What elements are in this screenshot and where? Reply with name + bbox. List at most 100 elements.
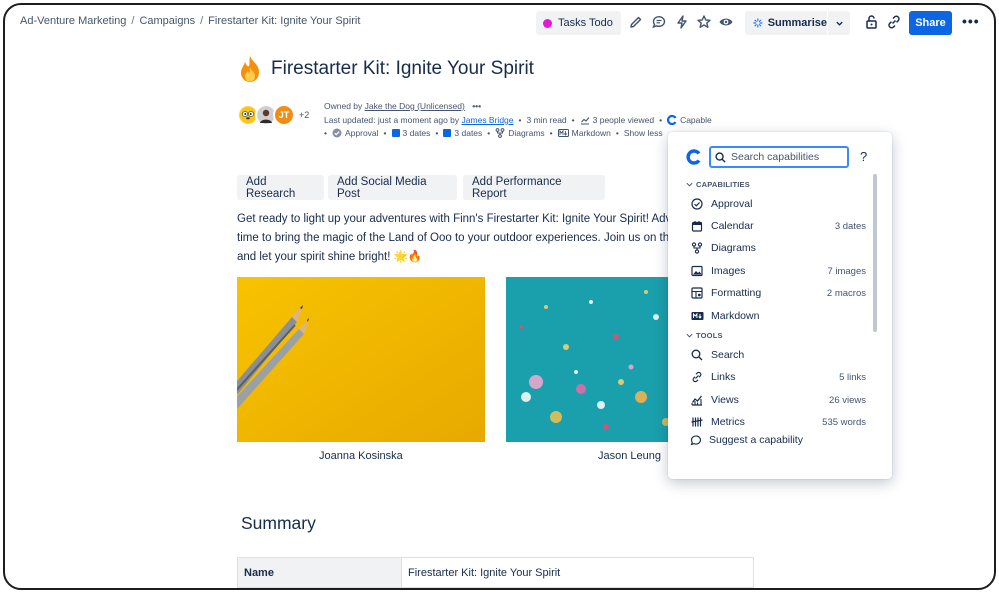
table-header-cell: Name [238,558,402,588]
capable-logo-icon [667,115,677,125]
breadcrumb-space[interactable]: Ad-Venture Marketing [20,15,126,27]
chart-icon [690,393,704,407]
updated-line: Last updated: just a moment ago by James… [324,115,712,125]
check-circle-icon [332,128,342,138]
diagram-icon [495,128,505,138]
chevron-down-icon [686,182,693,187]
summarise-button[interactable]: Summarise [745,11,827,35]
link-icon [690,370,704,384]
formatting-icon [690,286,704,300]
status-dot-icon [543,18,552,28]
tools-section-header[interactable]: TOOLS [686,331,723,340]
popup-scrollbar[interactable] [873,174,877,332]
more-actions-icon[interactable]: ••• [962,13,980,29]
dates-chip-2[interactable]: 3 dates [443,128,482,138]
diagrams-label: Diagrams [508,128,545,138]
calendar-icon [391,129,400,137]
intro-line-2: time to bring the magic of the Land of O… [237,232,677,244]
capable-logo-icon [686,149,701,165]
breadcrumb-current-page[interactable]: Firestarter Kit: Ignite Your Spirit [208,15,360,27]
markdown-chip[interactable]: Markdown [557,128,611,138]
capability-images[interactable]: Images 7 images [690,262,866,280]
capabilities-line: • Approval • 3 dates • 3 dates • Diagram… [324,128,663,138]
capability-markdown[interactable]: Markdown [690,307,866,325]
summarise-dropdown-button[interactable] [828,11,850,35]
tool-views[interactable]: Views 26 views [690,391,866,409]
page-title: Firestarter Kit: Ignite Your Spirit [271,58,534,79]
approval-chip[interactable]: Approval [332,128,379,138]
tasks-todo-button[interactable]: Tasks Todo [536,11,621,35]
table-cell[interactable]: Firestarter Kit: Ignite Your Spirit [402,558,753,588]
viewers-item[interactable]: 3 people viewed [580,115,654,125]
capabilities-popup: ? CAPABILITIES Approval Calendar 3 dates… [668,132,892,479]
owner-link[interactable]: Jake the Dog (Unlicensed) [365,101,465,111]
tool-links[interactable]: Links 5 links [690,368,866,386]
top-bar: Ad-Venture Marketing / Campaigns / Firestart… [5,5,994,41]
capable-label: Capable [680,115,712,125]
metrics-icon [690,415,704,429]
analytics-icon [580,116,590,125]
automation-icon[interactable] [674,14,690,30]
owned-prefix: Owned by [324,101,363,111]
pencils-illustration [237,277,485,442]
check-circle-icon [690,197,704,211]
markdown-icon [690,309,704,323]
intro-line-3: and let your spirit shine bright! 🌟🔥 [237,251,423,263]
more-contributors-count[interactable]: +2 [299,110,309,120]
chevron-down-icon [686,333,693,338]
updated-by-link[interactable]: James Bridge [462,115,514,125]
page-title-row: Firestarter Kit: Ignite Your Spirit [237,55,534,83]
updated-prefix: Last updated: just a moment ago by [324,115,460,125]
summary-heading: Summary [241,513,316,533]
tool-search[interactable]: Search [690,346,866,364]
markdown-label: Markdown [571,128,611,138]
summary-table: Name Firestarter Kit: Ignite Your Spirit [237,557,754,588]
contributors[interactable]: JT +2 [237,104,309,126]
calendar-icon [690,219,704,233]
suggest-capability-link[interactable]: Suggest a capability [690,434,803,446]
capabilities-section-header[interactable]: CAPABILITIES [686,180,750,189]
search-icon [690,348,704,362]
breadcrumb-campaigns[interactable]: Campaigns [139,15,195,27]
search-capabilities-input[interactable] [731,151,841,163]
edit-icon[interactable] [628,14,644,30]
dates-chip[interactable]: 3 dates [391,128,431,138]
owner-line: Owned by Jake the Dog (Unlicensed) ••• [324,101,481,111]
image-icon [690,264,704,278]
owner-more-icon[interactable]: ••• [472,101,481,111]
capability-formatting[interactable]: Formatting 2 macros [690,284,866,302]
image-caption-2: Jason Leung [598,450,661,462]
link-icon[interactable] [886,14,902,30]
approval-label: Approval [344,128,379,138]
capability-calendar[interactable]: Calendar 3 dates [690,217,866,235]
summarise-label: Summarise [767,17,827,29]
markdown-icon [557,129,569,137]
dates-label: 3 dates [402,128,431,138]
capability-approval[interactable]: Approval [690,195,866,213]
pencils-image[interactable] [237,277,485,442]
intro-line-1: Get ready to light up your adventures wi… [237,213,677,225]
ai-sparkle-icon [753,18,763,28]
diagrams-chip[interactable]: Diagrams [495,128,545,138]
breadcrumb: Ad-Venture Marketing / Campaigns / Firestart… [20,15,361,27]
read-time: 3 min read [526,115,567,125]
star-icon[interactable] [696,14,712,30]
unlock-icon[interactable] [864,14,880,30]
app-window: Ad-Venture Marketing / Campaigns / Firestart… [3,3,996,590]
tool-metrics[interactable]: Metrics 535 words [690,413,866,431]
show-less-link[interactable]: Show less [624,128,663,138]
viewed-count: 3 people viewed [592,115,655,125]
capable-item[interactable]: Capable [667,115,712,125]
capabilities-search[interactable] [709,146,849,168]
watch-icon[interactable] [718,14,734,30]
share-button[interactable]: Share [909,11,952,35]
add-research-button[interactable]: Add Research [237,175,324,200]
chevron-down-icon [835,21,843,26]
dates-label-2: 3 dates [454,128,483,138]
add-performance-report-button[interactable]: Add Performance Report [463,175,605,200]
comment-icon[interactable] [651,14,667,30]
help-button[interactable]: ? [860,149,867,164]
capability-diagrams[interactable]: Diagrams [690,239,866,257]
chat-bubble-icon [690,435,701,446]
add-social-media-post-button[interactable]: Add Social Media Post [328,175,457,200]
